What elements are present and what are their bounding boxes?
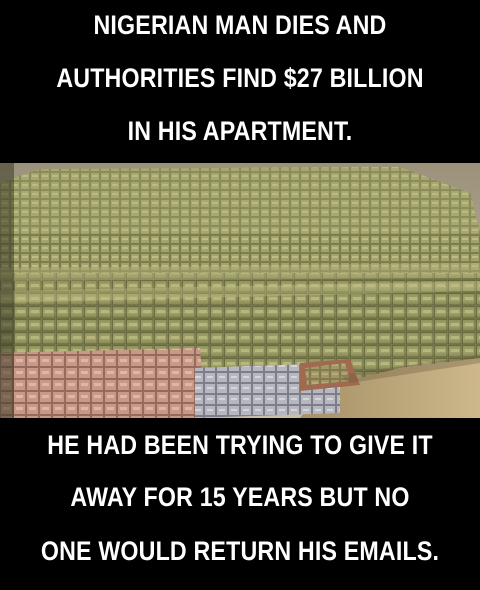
bottom-caption: HE HAD BEEN TRYING TO GIVE IT AWAY FOR 1… [34,418,447,590]
meme: NIGERIAN MAN DIES AND AUTHORITIES FIND $… [0,0,480,590]
cash-pile-photo [0,163,480,418]
top-caption-line-3: IN HIS APARTMENT. [127,116,353,146]
top-caption: NIGERIAN MAN DIES AND AUTHORITIES FIND $… [34,0,447,160]
top-caption-line-2: AUTHORITIES FIND $27 BILLION [56,63,424,93]
bottom-caption-line-1: HE HAD BEEN TRYING TO GIVE IT [47,430,433,460]
top-caption-line-1: NIGERIAN MAN DIES AND [93,10,387,40]
bottom-caption-line-3: ONE WOULD RETURN HIS EMAILS. [40,536,440,566]
bottom-caption-line-2: AWAY FOR 15 YEARS BUT NO [70,482,410,512]
